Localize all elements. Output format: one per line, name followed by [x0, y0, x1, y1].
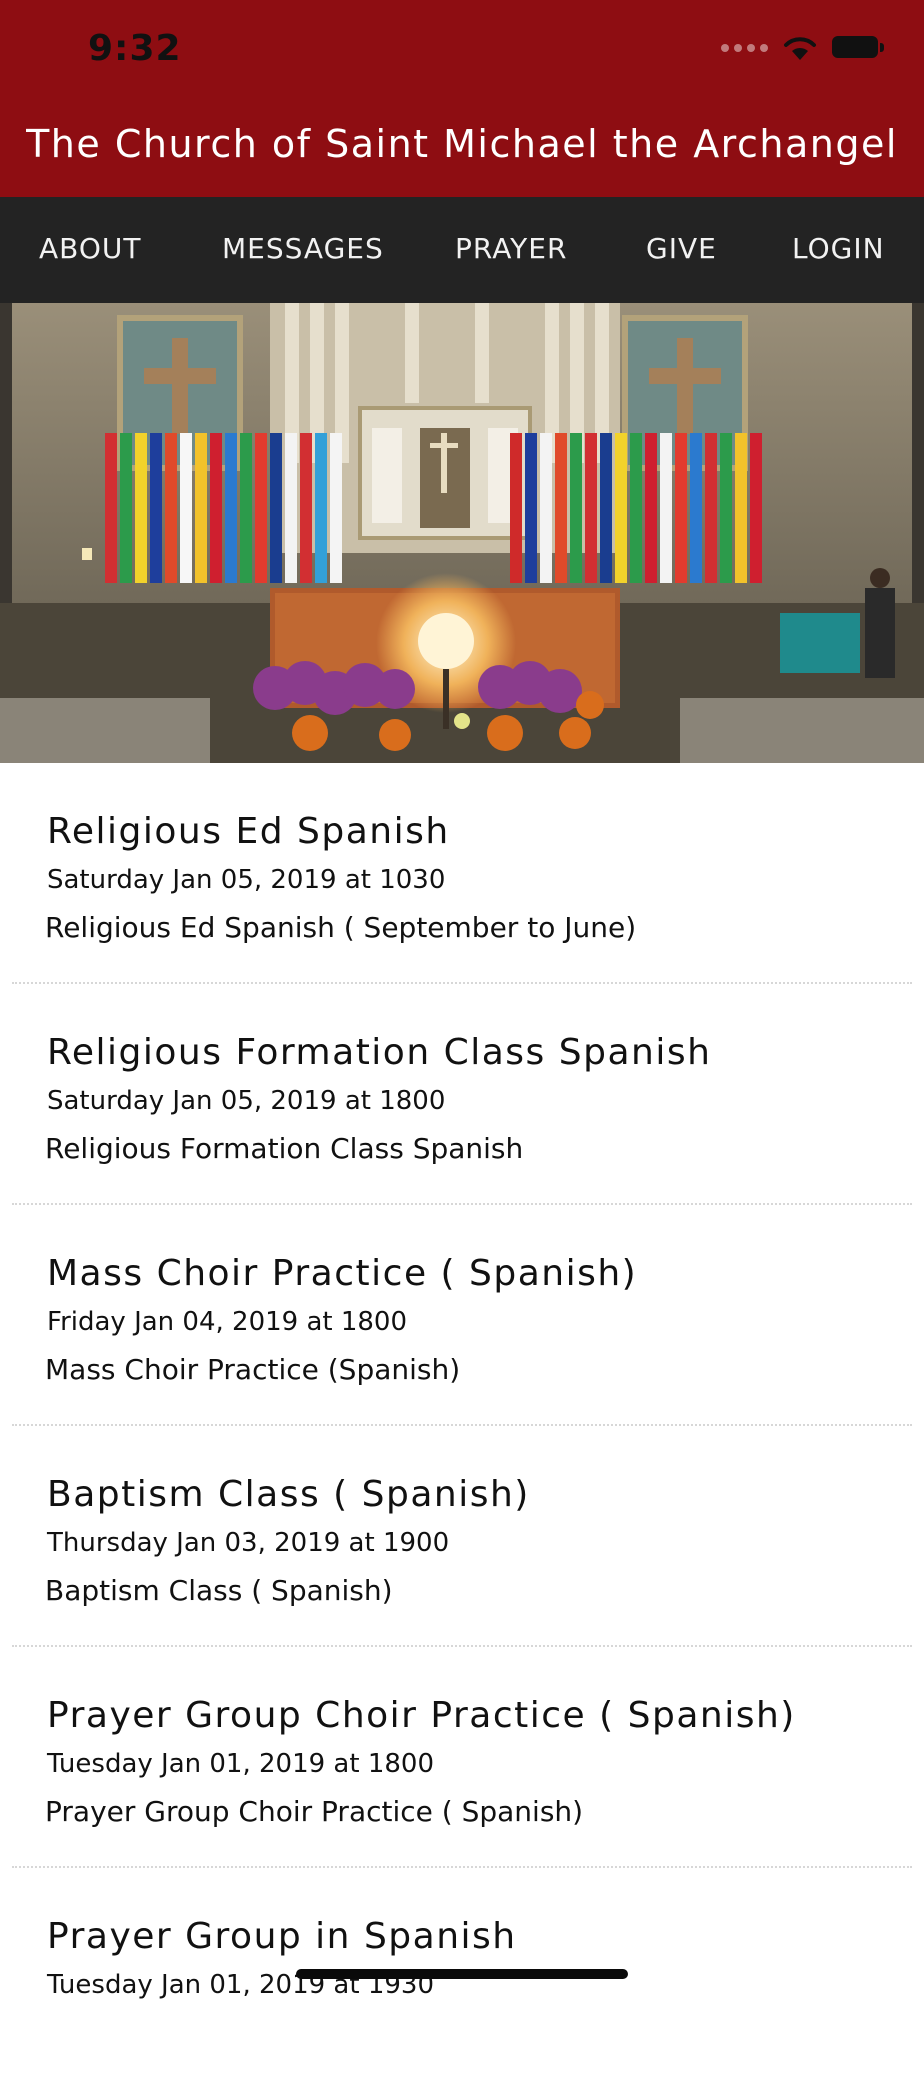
event-date: Saturday Jan 05, 2019 at 1030: [47, 865, 446, 895]
event-description: Baptism Class ( Spanish): [45, 1574, 393, 1607]
cellular-signal-icon: [721, 44, 768, 52]
nav-messages[interactable]: MESSAGES: [222, 232, 384, 265]
event-description: Religious Formation Class Spanish: [45, 1132, 524, 1165]
event-date: Tuesday Jan 01, 2019 at 1800: [47, 1749, 434, 1779]
nav-login[interactable]: LOGIN: [792, 232, 885, 265]
nav-about[interactable]: ABOUT: [39, 232, 142, 265]
event-title: Religious Ed Spanish: [47, 811, 450, 852]
event-title: Religious Formation Class Spanish: [47, 1032, 712, 1073]
list-item[interactable]: Religious Formation Class Spanish Saturd…: [12, 984, 912, 1205]
battery-icon: [832, 36, 884, 60]
list-item[interactable]: Baptism Class ( Spanish) Thursday Jan 03…: [12, 1426, 912, 1647]
nav-give[interactable]: GIVE: [646, 232, 717, 265]
list-item[interactable]: Prayer Group Choir Practice ( Spanish) T…: [12, 1647, 912, 1868]
status-time: 9:32: [88, 28, 182, 69]
event-date: Saturday Jan 05, 2019 at 1800: [47, 1086, 446, 1116]
event-title: Mass Choir Practice ( Spanish): [47, 1253, 638, 1294]
event-title: Prayer Group Choir Practice ( Spanish): [47, 1695, 796, 1736]
event-description: Mass Choir Practice (Spanish): [45, 1353, 461, 1386]
event-title: Baptism Class ( Spanish): [47, 1474, 530, 1515]
top-nav: ABOUT MESSAGES PRAYER GIVE LOGIN: [0, 197, 924, 303]
app-header: 9:32 The Church of Saint Michael the Arc…: [0, 0, 924, 197]
app-title: The Church of Saint Michael the Archange…: [26, 122, 898, 166]
status-icons: [721, 34, 884, 62]
home-indicator[interactable]: [296, 1969, 628, 1979]
wifi-icon: [782, 34, 818, 62]
event-title: Prayer Group in Spanish: [47, 1916, 517, 1957]
event-description: Prayer Group Choir Practice ( Spanish): [45, 1795, 584, 1828]
list-item[interactable]: Mass Choir Practice ( Spanish) Friday Ja…: [12, 1205, 912, 1426]
event-date: Friday Jan 04, 2019 at 1800: [47, 1307, 408, 1337]
event-description: Religious Ed Spanish ( September to June…: [45, 911, 637, 944]
list-item[interactable]: Religious Ed Spanish Saturday Jan 05, 20…: [12, 763, 912, 984]
hero-church-photo: [0, 303, 924, 763]
event-date: Thursday Jan 03, 2019 at 1900: [47, 1528, 450, 1558]
nav-prayer[interactable]: PRAYER: [455, 232, 567, 265]
